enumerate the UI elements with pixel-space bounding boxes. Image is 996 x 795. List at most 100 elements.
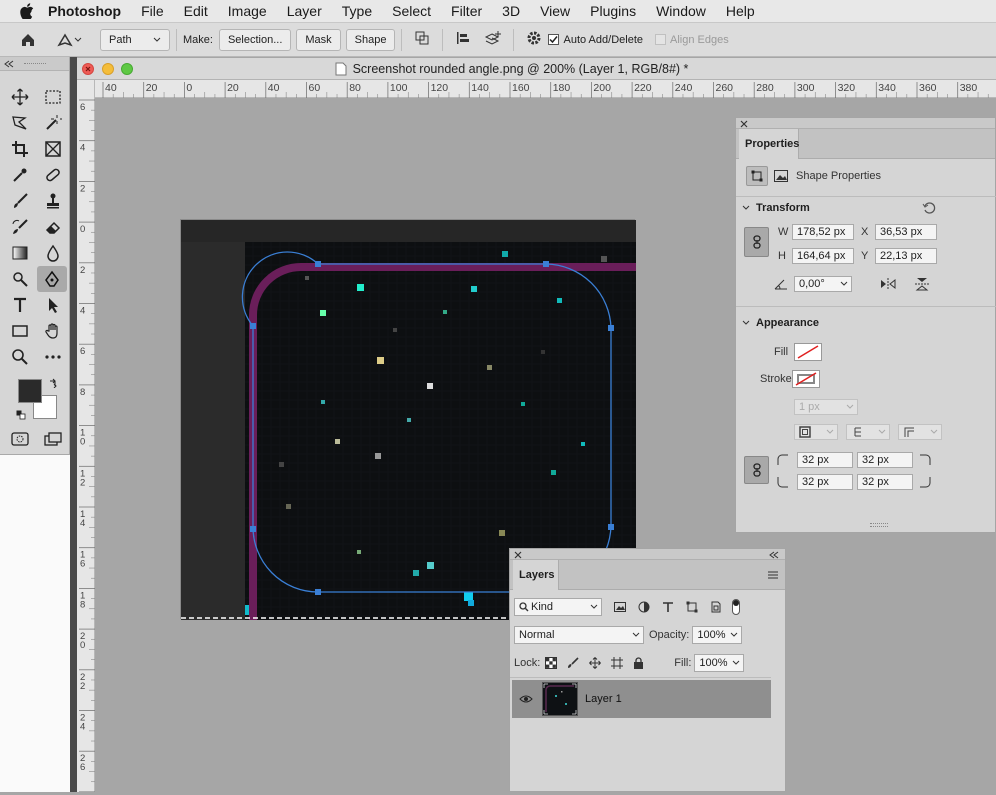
lasso-tool-icon[interactable] <box>7 111 33 135</box>
swap-colors-icon[interactable] <box>48 378 58 388</box>
lock-artboard-icon[interactable] <box>611 657 624 669</box>
blur-tool-icon[interactable] <box>40 241 66 265</box>
marquee-tool-icon[interactable] <box>40 85 66 109</box>
close-panel-icon[interactable] <box>514 551 522 559</box>
path-alignment-icon[interactable] <box>455 30 471 49</box>
tab-properties[interactable]: Properties <box>739 129 799 159</box>
menu-filter[interactable]: Filter <box>451 3 482 19</box>
stroke-swatch[interactable] <box>792 370 820 388</box>
fill-swatch[interactable] <box>794 343 822 361</box>
filter-type-icon[interactable] <box>662 601 674 613</box>
filter-smart-object-icon[interactable] <box>710 601 722 613</box>
shape-button[interactable]: Shape <box>345 28 396 51</box>
image-icon[interactable] <box>774 170 788 182</box>
layer-row[interactable]: Layer 1 <box>512 680 771 718</box>
blend-mode-select[interactable]: Normal <box>514 626 644 644</box>
type-tool-icon[interactable] <box>7 293 33 317</box>
corner-bottom-left-field[interactable]: 32 px <box>797 474 853 490</box>
mask-button[interactable]: Mask <box>296 28 341 51</box>
path-operations-icon[interactable] <box>414 30 430 49</box>
eye-icon[interactable] <box>519 694 533 704</box>
width-field[interactable]: 178,52 px <box>792 224 854 240</box>
close-window-button[interactable] <box>82 63 94 75</box>
vertical-ruler[interactable]: 6420246810121416182022242628 <box>77 80 95 795</box>
minimize-window-button[interactable] <box>102 63 114 75</box>
frame-tool-icon[interactable] <box>40 137 66 161</box>
filter-toggle-icon[interactable] <box>732 599 740 615</box>
menu-view[interactable]: View <box>540 3 570 19</box>
opacity-field[interactable]: 100% <box>692 626 743 644</box>
filter-adjustment-icon[interactable] <box>638 601 650 613</box>
gradient-tool-icon[interactable] <box>7 241 33 265</box>
lock-all-icon[interactable] <box>633 657 644 669</box>
move-tool-icon[interactable] <box>7 85 33 109</box>
eyedropper-tool-icon[interactable] <box>7 163 33 187</box>
magic-wand-tool-icon[interactable] <box>40 111 66 135</box>
brush-tool-icon[interactable] <box>7 189 33 213</box>
menu-file[interactable]: File <box>141 3 164 19</box>
home-icon[interactable] <box>0 32 56 48</box>
menu-window[interactable]: Window <box>656 3 706 19</box>
stroke-corners-select[interactable] <box>898 424 942 440</box>
zoom-tool-icon[interactable] <box>7 345 33 369</box>
apple-icon[interactable] <box>20 2 36 20</box>
pen-tool-preset-icon[interactable] <box>56 32 82 48</box>
horizontal-ruler[interactable]: 40 20 0 20 40 60 80 100 120 140 160 180 200 220 240 260… <box>95 80 996 98</box>
stroke-caps-select[interactable] <box>846 424 890 440</box>
shape-properties-button[interactable] <box>746 166 768 186</box>
link-dimensions-button[interactable] <box>744 227 769 257</box>
align-edges-checkbox[interactable] <box>655 34 666 45</box>
rectangle-tool-icon[interactable] <box>7 319 33 343</box>
screen-mode-icon[interactable] <box>40 427 66 451</box>
filter-pixel-icon[interactable] <box>614 602 626 612</box>
hand-tool-icon[interactable] <box>40 319 66 343</box>
panel-resize-grip[interactable] <box>870 523 888 527</box>
flip-horizontal-icon[interactable] <box>880 277 896 291</box>
lock-image-pixels-icon[interactable] <box>567 657 579 669</box>
collapse-icon[interactable] <box>4 60 14 68</box>
dodge-tool-icon[interactable] <box>7 267 33 291</box>
flip-vertical-icon[interactable] <box>914 277 930 291</box>
angle-field[interactable]: 0,00° <box>794 276 852 292</box>
close-panel-icon[interactable] <box>740 120 748 128</box>
lock-transparent-pixels-icon[interactable] <box>545 657 558 669</box>
zoom-window-button[interactable] <box>121 63 133 75</box>
collapse-icon[interactable] <box>769 551 779 559</box>
eraser-tool-icon[interactable] <box>40 215 66 239</box>
reset-transform-icon[interactable] <box>922 201 936 215</box>
stroke-align-select[interactable] <box>794 424 838 440</box>
path-selection-tool-icon[interactable] <box>40 293 66 317</box>
menu-type[interactable]: Type <box>342 3 372 19</box>
layer-fill-field[interactable]: 100% <box>694 654 745 672</box>
corner-bottom-right-field[interactable]: 32 px <box>857 474 913 490</box>
layer-filter-select[interactable]: Kind <box>514 598 602 616</box>
menu-plugins[interactable]: Plugins <box>590 3 636 19</box>
y-field[interactable]: 22,13 px <box>875 248 937 264</box>
menu-3d[interactable]: 3D <box>502 3 520 19</box>
more-tools-icon[interactable] <box>40 345 66 369</box>
quick-mask-icon[interactable] <box>7 427 33 451</box>
path-arrangement-icon[interactable] <box>483 30 502 49</box>
auto-add-delete-checkbox[interactable] <box>548 34 560 45</box>
history-brush-tool-icon[interactable] <box>7 215 33 239</box>
corner-top-left-field[interactable]: 32 px <box>797 452 853 468</box>
menu-edit[interactable]: Edit <box>184 3 208 19</box>
clone-stamp-tool-icon[interactable] <box>40 189 66 213</box>
corner-top-right-field[interactable]: 32 px <box>857 452 913 468</box>
pen-tool-icon[interactable] <box>37 266 67 292</box>
default-colors-icon[interactable] <box>16 410 26 420</box>
document-title-bar[interactable]: Screenshot rounded angle.png @ 200% (Lay… <box>77 58 996 80</box>
menu-app-name[interactable]: Photoshop <box>48 3 121 19</box>
healing-brush-tool-icon[interactable] <box>40 163 66 187</box>
path-mode-select[interactable]: Path <box>100 28 170 51</box>
link-corners-button[interactable] <box>744 456 769 484</box>
tools-panel-header[interactable] <box>0 57 69 71</box>
menu-select[interactable]: Select <box>392 3 431 19</box>
menu-help[interactable]: Help <box>726 3 755 19</box>
menu-layer[interactable]: Layer <box>287 3 322 19</box>
chevron-down-icon[interactable] <box>742 205 750 211</box>
crop-tool-icon[interactable] <box>7 137 33 161</box>
filter-shape-icon[interactable] <box>686 601 698 613</box>
menu-image[interactable]: Image <box>228 3 267 19</box>
height-field[interactable]: 164,64 px <box>792 248 854 264</box>
